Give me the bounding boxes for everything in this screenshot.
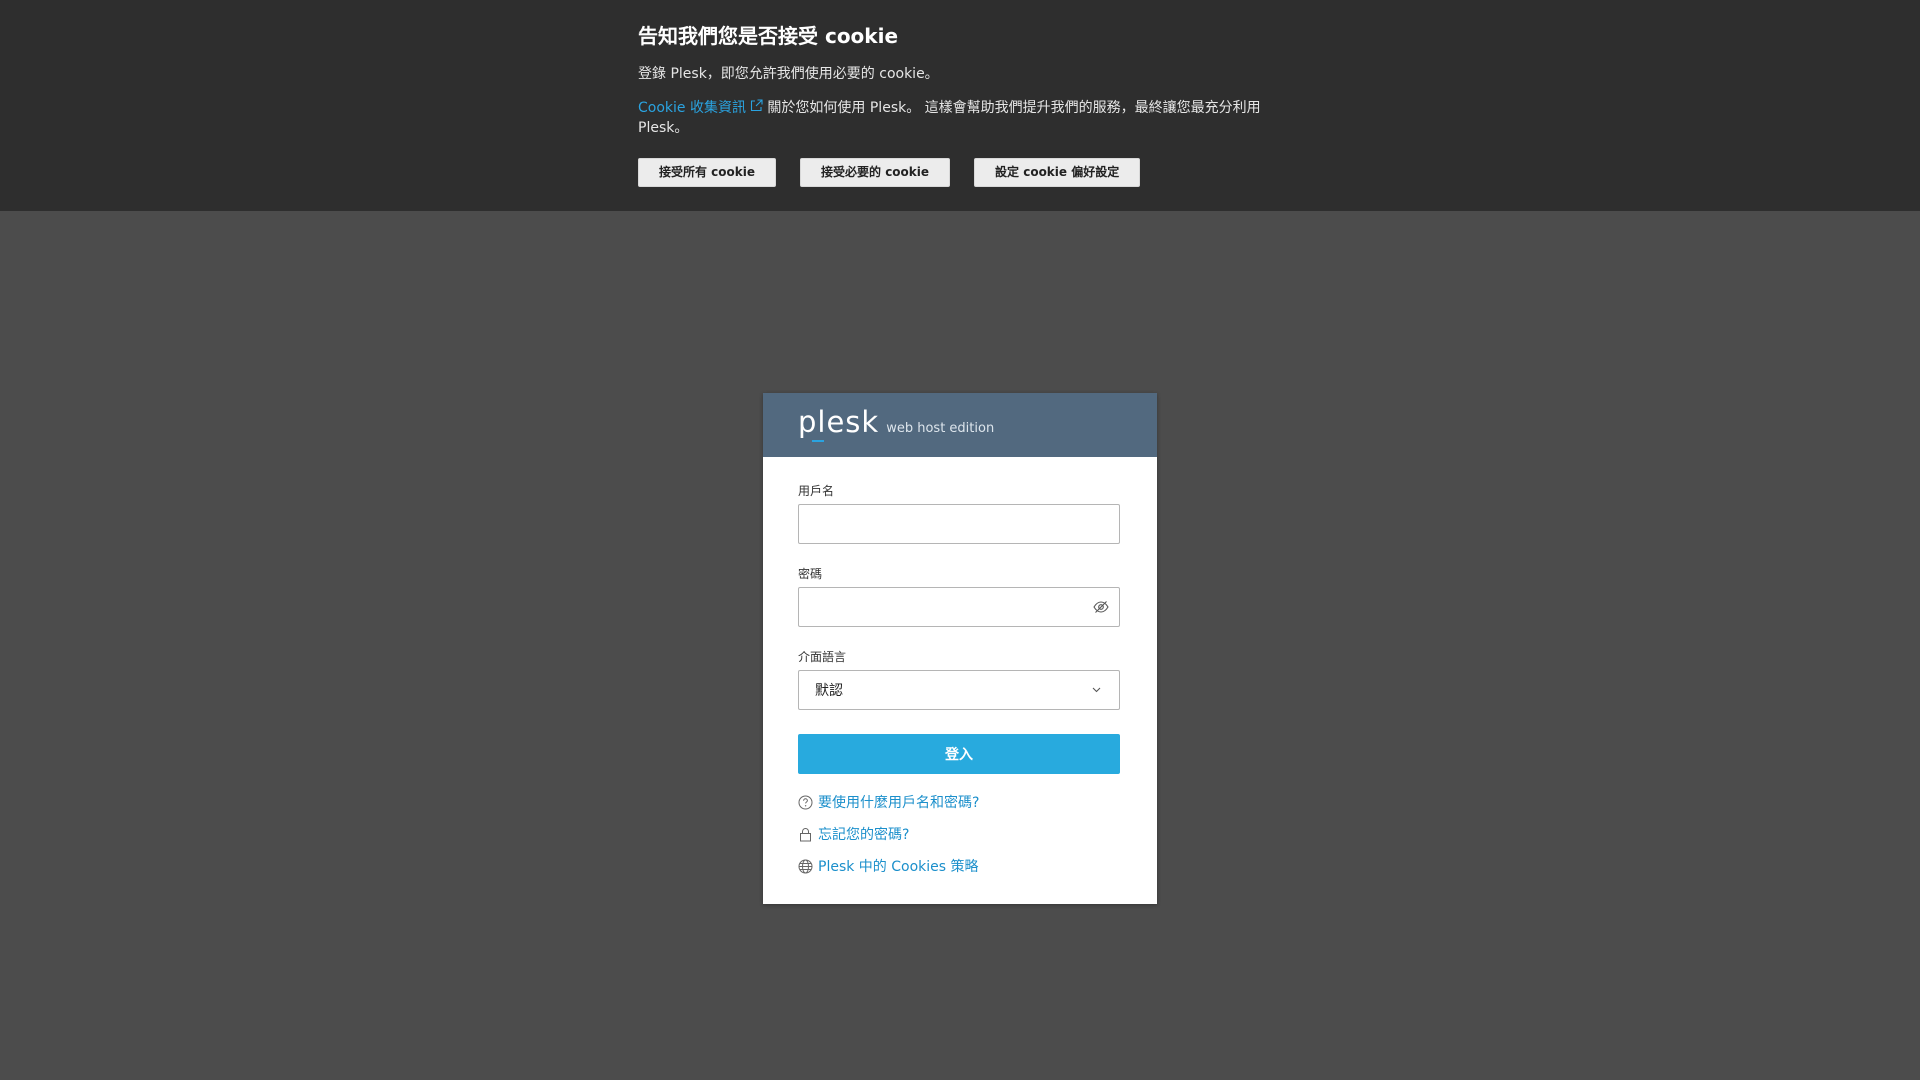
language-label: 介面語言 [798,650,847,664]
cookie-info-link[interactable]: Cookie 收集資訊 [638,99,763,116]
cookie-banner-content: 告知我們您是否接受 cookie 登錄 Plesk，即您允許我們使用必要的 co… [638,20,1278,138]
cookie-banner-text: 登錄 Plesk，即您允許我們使用必要的 cookie。 [638,66,939,82]
cookie-banner: 告知我們您是否接受 cookie 登錄 Plesk，即您允許我們使用必要的 co… [0,0,1920,211]
accept-all-cookies-button[interactable]: 接受所有 cookie [638,158,777,187]
cookie-info-link-label: Cookie 收集資訊 [638,100,746,116]
external-link-icon [750,99,763,112]
username-field-wrapper [798,504,1120,544]
password-label: 密碼 [798,567,823,581]
login-card-header: plesk web host edition [763,393,1157,457]
login-button[interactable]: 登入 [798,734,1120,774]
password-input[interactable] [799,588,1119,626]
forgot-password-label: 忘記您的密碼? [818,827,910,843]
lock-icon [800,827,811,841]
plesk-logo-text: plesk [798,405,880,439]
username-input[interactable] [799,505,1119,543]
accept-necessary-cookies-button[interactable]: 接受必要的 cookie [800,158,951,187]
plesk-edition-label: web host edition [886,421,995,436]
plesk-logo-word: plesk [798,405,880,442]
cookie-banner-title: 告知我們您是否接受 cookie [638,24,899,48]
forgot-password-link[interactable]: 忘記您的密碼? [798,824,1122,844]
username-label: 用戶名 [798,484,835,498]
cookie-banner-details: Cookie 收集資訊 關於您如何使用 Plesk。 這樣會幫助我們提升我們的服… [638,98,1263,138]
cookies-policy-label: Plesk 中的 Cookies 策略 [818,859,979,875]
credentials-help-label: 要使用什麼用戶名和密碼? [818,795,980,811]
cookies-policy-link[interactable]: Plesk 中的 Cookies 策略 [798,856,1122,876]
cookie-preferences-button[interactable]: 設定 cookie 偏好設定 [974,158,1141,187]
language-select-value: 默認 [815,683,843,699]
question-circle-icon [798,795,813,809]
help-links: 要使用什麼用戶名和密碼? 忘記您的密碼? Plesk 中的 Cookies 策略 [798,792,1122,876]
language-select[interactable]: 默認 [798,670,1120,710]
cookie-button-group: 接受所有 cookie 接受必要的 cookie 設定 cookie 偏好設定 [638,158,1141,187]
plesk-logo-accent [812,440,824,442]
chevron-down-icon [1092,687,1101,693]
login-card: plesk web host edition 用戶名 密碼 介面語言 默認 登入 [763,393,1157,904]
credentials-help-link[interactable]: 要使用什麼用戶名和密碼? [798,792,1122,812]
globe-icon [798,859,813,873]
eye-slash-icon[interactable] [1093,600,1109,614]
password-field-wrapper [798,587,1120,627]
login-form: 用戶名 密碼 介面語言 默認 登入 要使用什麼用戶名和密碼? 忘記您的密碼? P… [763,457,1157,876]
plesk-logo: plesk web host edition [798,405,995,442]
